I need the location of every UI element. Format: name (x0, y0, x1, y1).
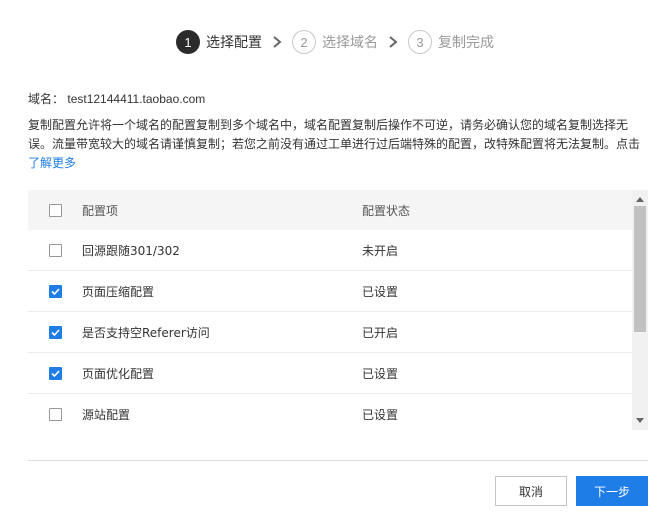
step-indicator: 1 选择配置 2 选择域名 3 复制完成 (0, 29, 671, 55)
step-3-number: 3 (408, 30, 432, 54)
row-status: 已设置 (362, 407, 399, 422)
check-icon (50, 369, 60, 377)
table-row[interactable]: 是否支持空Referer访问 已开启 (28, 312, 632, 353)
learn-more-link[interactable]: 了解更多 (28, 154, 646, 173)
row-name: 是否支持空Referer访问 (82, 325, 210, 340)
footer-divider (28, 460, 648, 461)
description-line-1: 复制配置允许将一个域名的配置复制到多个域名中，域名配置复制后操作不可逆，请务必确… (28, 118, 629, 132)
step-2-number: 2 (292, 30, 316, 54)
domain-label: 域名： (28, 92, 65, 106)
row-status: 未开启 (362, 243, 399, 258)
row-checkbox[interactable] (48, 366, 62, 380)
next-step-button[interactable]: 下一步 (576, 476, 648, 506)
table-scrollbar[interactable] (632, 190, 648, 430)
row-status: 已开启 (362, 325, 399, 340)
table-header: 配置项 配置状态 (28, 190, 632, 230)
column-header-status: 配置状态 (362, 203, 411, 218)
select-all-checkbox[interactable] (48, 203, 62, 217)
row-name: 页面压缩配置 (82, 284, 155, 299)
table-row[interactable]: 源站配置 已设置 (28, 394, 632, 430)
row-status: 已设置 (362, 366, 399, 381)
row-checkbox[interactable] (48, 284, 62, 298)
step-1: 1 选择配置 (176, 29, 262, 55)
config-table-body: 配置项 配置状态 回源跟随301/302 未开启 页面压缩配置 已设置 是否支持… (28, 190, 632, 430)
chevron-right-icon (389, 36, 398, 48)
step-1-label: 选择配置 (206, 35, 262, 51)
scrollbar-thumb[interactable] (634, 206, 646, 332)
domain-line: 域名： test12144411.taobao.com (28, 90, 205, 107)
row-status: 已设置 (362, 284, 399, 299)
step-1-number: 1 (176, 30, 200, 54)
step-3: 3 复制完成 (408, 29, 494, 55)
step-2-label: 选择域名 (322, 35, 378, 51)
chevron-right-icon (273, 36, 282, 48)
check-icon (50, 328, 60, 336)
table-row[interactable]: 页面优化配置 已设置 (28, 353, 632, 394)
description: 复制配置允许将一个域名的配置复制到多个域名中，域名配置复制后操作不可逆，请务必确… (28, 116, 646, 173)
row-name: 源站配置 (82, 407, 131, 422)
domain-value: test12144411.taobao.com (67, 92, 206, 106)
column-header-name: 配置项 (82, 203, 119, 218)
step-3-label: 复制完成 (438, 35, 494, 51)
config-table: 配置项 配置状态 回源跟随301/302 未开启 页面压缩配置 已设置 是否支持… (28, 190, 648, 430)
scroll-up-icon[interactable] (632, 192, 648, 206)
table-row[interactable]: 页面压缩配置 已设置 (28, 271, 632, 312)
description-line-2: 误。流量带宽较大的域名请谨慎复制；若您之前没有通过工单进行过后端特殊的配置，改特… (28, 137, 641, 151)
row-checkbox[interactable] (48, 407, 62, 421)
row-checkbox[interactable] (48, 325, 62, 339)
table-row[interactable]: 回源跟随301/302 未开启 (28, 230, 632, 271)
row-checkbox[interactable] (48, 243, 62, 257)
cancel-button[interactable]: 取消 (495, 476, 567, 506)
row-name: 回源跟随301/302 (82, 243, 180, 258)
step-2: 2 选择域名 (292, 29, 378, 55)
check-icon (50, 287, 60, 295)
row-name: 页面优化配置 (82, 366, 155, 381)
scroll-down-icon[interactable] (632, 414, 648, 428)
